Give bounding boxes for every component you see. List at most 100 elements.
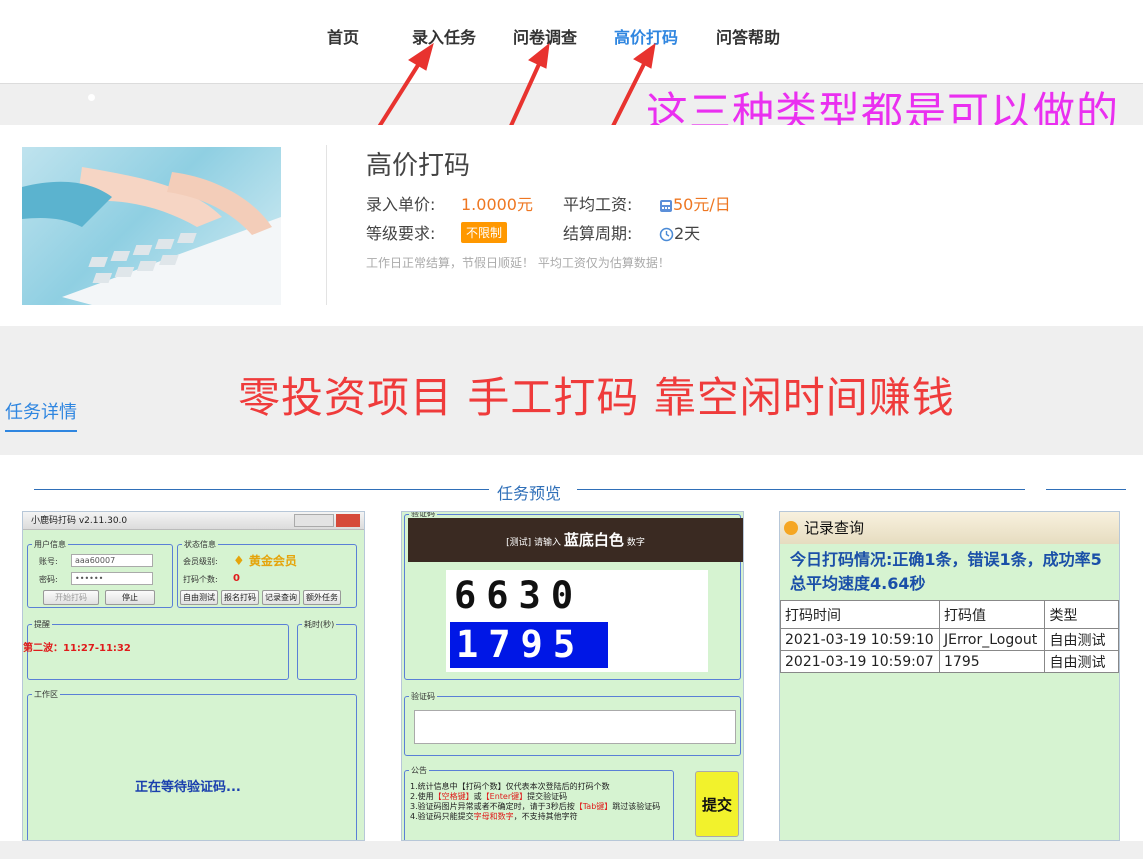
client-title-bar: 小鹿码打码 v2.11.30.0 [23,512,364,530]
notice-line-4: 4.验证码只能提交字母和数字，不支持其他字符 [410,812,672,822]
card-divider [326,145,327,305]
records-summary: 今日打码情况:正确1条，错误1条，成功率5 总平均速度4.64秒 [790,548,1102,596]
code-input[interactable] [414,710,736,744]
member-level-value: 黄金会员 [248,554,297,568]
work-area-title: 工作区 [32,689,60,700]
prompt-suffix: 数字 [626,538,645,548]
table-cell: JError_Logout [938,628,1046,651]
unit-price-label: 录入单价: [366,195,436,214]
elapsed-title: 耗时(秒) [302,619,337,630]
elapsed-group: 耗时(秒) [297,619,357,680]
task-preview-section: 任务预览 小鹿码打码 v2.11.30.0 用户信息 账号: aaa60007 … [0,455,1143,841]
password-input[interactable]: •••••• [71,572,153,585]
avg-wage-value: 50元/日 [673,195,731,214]
table-header-row: 打码时间 打码值 类型 [780,600,1119,629]
reminder-text: 第二波：11:27-11:32 [23,643,131,654]
member-level-label: 会员级别: [183,557,218,566]
preview-divider-left [34,489,489,490]
column-header[interactable]: 打码值 [938,600,1046,629]
settlement-note: 工作日正常结算，节假日顺延！ 平均工资仅为估算数据！ [366,256,670,270]
count-value: 0 [233,573,240,584]
notice-2c: 或 [473,792,482,801]
captcha-row-2: 1795 [450,622,608,668]
notice-line-1: 1.统计信息中【打码个数】仅代表本次登陆后的打码个数 [410,782,610,791]
clock-icon [659,227,674,242]
table-cell: 2021-03-19 10:59:07 [780,650,940,673]
records-title: 记录查询 [804,519,865,537]
notice-3b: 【Tab键】 [574,802,613,811]
prompt-prefix: [测试] 请输入 [506,538,562,548]
captcha-prompt: [测试] 请输入 蓝底白色 数字 [408,518,743,562]
preview-divider-far-right [1046,489,1126,490]
tab-task-details[interactable]: 任务详情 [5,398,77,432]
count-label: 打码个数: [183,575,218,584]
preview-screenshot-client: 小鹿码打码 v2.11.30.0 用户信息 账号: aaa60007 密码: •… [22,511,365,841]
start-button[interactable]: 开始打码 [43,590,99,605]
task-thumbnail-keyboard-image [22,147,281,305]
close-button[interactable] [336,514,360,527]
table-cell: 2021-03-19 10:59:10 [780,628,940,651]
preview-screenshot-records: 记录查询 今日打码情况:正确1条，错误1条，成功率5 总平均速度4.64秒 打码… [779,511,1120,841]
preview-title: 任务预览 [495,480,564,504]
notice-3c: 跳过该验证码 [612,802,661,811]
minimize-button[interactable] [294,514,334,527]
slogan-annotation: 零投资项目 手工打码 靠空闲时间赚钱 [238,373,955,422]
avg-wage: 50元/日 [659,191,731,215]
notice-2d: 【Enter键】 [481,792,528,801]
notice-text: 1.统计信息中【打码个数】仅代表本次登陆后的打码个数 2.使用【空格键】或【En… [410,782,672,822]
table-cell: 自由测试 [1044,628,1119,651]
table-row[interactable]: 2021-03-19 10:59:07 1795 自由测试 [780,650,1119,673]
member-level: ♦ 黄金会员 [233,552,297,569]
records-title-bar: 记录查询 [780,512,1119,544]
cycle-label: 结算周期: [563,224,633,243]
code-title: 验证码 [409,691,437,702]
client-window-title: 小鹿码打码 v2.11.30.0 [31,516,128,526]
records-button[interactable]: 记录查询 [262,590,300,605]
extra-task-button[interactable]: 额外任务 [303,590,341,605]
account-input[interactable]: aaa60007 [71,554,153,567]
password-label: 密码: [39,575,58,584]
notice-4a: 4.验证码只能提交 [410,812,474,821]
account-label: 账号: [39,557,58,566]
notice-4b: 字母和数字 [473,812,514,821]
records-summary-line-2: 总平均速度4.64秒 [790,574,926,593]
arrow-3-head [633,42,656,69]
preview-screenshot-captcha: 验证码 [测试] 请输入 蓝底白色 数字 6630 1795 验证码 公告 1.… [401,511,744,841]
work-area-group: 工作区 [27,689,357,840]
free-test-button[interactable]: 自由测试 [180,590,218,605]
notice-3a: 3.验证码图片异常或者不确定时，请于3秒后按 [410,802,575,811]
table-cell: 1795 [938,650,1046,673]
records-table: 打码时间 打码值 类型 2021-03-19 10:59:10 JError_L… [780,600,1119,673]
prompt-main: 蓝底白色 [563,531,624,549]
level-label: 等级要求: [366,224,436,243]
arrow-2-head [528,42,550,69]
status-info-title: 状态信息 [182,539,218,550]
column-header[interactable]: 类型 [1044,600,1119,629]
records-summary-line-1: 今日打码情况:正确1条，错误1条，成功率5 [790,550,1102,569]
cycle-value: 2天 [674,224,701,243]
notice-line-3: 3.验证码图片异常或者不确定时，请于3秒后按【Tab键】跳过该验证码 [410,802,672,812]
notice-4c: ，不支持其他字符 [513,812,578,821]
captcha-image: 6630 1795 [446,570,708,672]
column-header[interactable]: 打码时间 [780,600,940,629]
table-cell: 自由测试 [1044,650,1119,673]
stop-button[interactable]: 停止 [105,590,155,605]
submit-button[interactable]: 提交 [695,771,739,837]
decorative-dot [88,94,95,101]
arrow-1-head [408,42,434,71]
notice-title: 公告 [409,765,429,776]
signup-button[interactable]: 报名打码 [221,590,259,605]
records-icon [784,521,798,535]
reminder-title: 提醒 [32,619,52,630]
notice-line-2: 2.使用【空格键】或【Enter键】提交验证码 [410,792,672,802]
notice-2e: 提交验证码 [527,792,568,801]
task-title: 高价打码 [366,151,471,181]
table-row[interactable]: 2021-03-19 10:59:10 JError_Logout 自由测试 [780,628,1119,651]
user-info-title: 用户信息 [32,539,68,550]
diamond-icon: ♦ [233,554,245,569]
captcha-row-1: 6630 [454,574,584,617]
calculator-icon [660,199,672,212]
unit-price-value: 1.0000元 [461,195,533,214]
level-badge: 不限制 [461,222,508,243]
cycle: 2天 [659,220,700,244]
